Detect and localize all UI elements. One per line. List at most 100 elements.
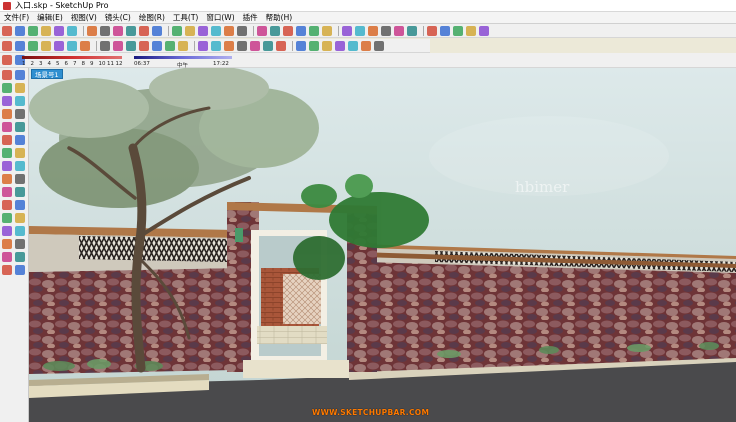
left-view-icon[interactable] <box>394 25 404 36</box>
freehand-icon[interactable] <box>15 121 25 132</box>
scale-icon[interactable] <box>2 160 12 171</box>
3d-text-icon[interactable] <box>15 199 25 210</box>
tape-icon[interactable] <box>185 25 195 36</box>
rectangle-icon[interactable] <box>2 95 12 106</box>
zoom-icon[interactable] <box>2 225 12 236</box>
push-pull-icon[interactable] <box>15 134 25 145</box>
geo-location-icon[interactable] <box>296 40 306 51</box>
zoom-window-icon[interactable] <box>270 25 280 36</box>
eraser-icon[interactable] <box>15 82 25 93</box>
next-view-icon[interactable] <box>309 25 319 36</box>
text-icon[interactable] <box>15 186 25 197</box>
walk-icon[interactable] <box>2 264 12 275</box>
scene-tab[interactable]: 场景号1 <box>31 69 63 79</box>
sandbox-stamp-icon[interactable] <box>152 40 162 51</box>
menu-draw[interactable]: 绘图(R) <box>135 12 169 24</box>
sandbox-smoove-icon[interactable] <box>139 40 149 51</box>
ruby-icon[interactable] <box>374 40 384 51</box>
wireframe-icon[interactable] <box>427 25 437 36</box>
component-icon[interactable] <box>2 40 12 51</box>
position-camera-icon[interactable] <box>2 251 12 262</box>
menu-camera[interactable]: 镜头(C) <box>101 12 135 24</box>
follow-me-icon[interactable] <box>15 147 25 158</box>
look-around-icon[interactable] <box>224 40 234 51</box>
section-icon[interactable] <box>15 264 25 275</box>
right-view-icon[interactable] <box>368 25 378 36</box>
paint-bucket-icon[interactable] <box>100 25 110 36</box>
photo-match-icon[interactable] <box>309 40 319 51</box>
dimension-icon[interactable] <box>250 40 260 51</box>
pencil-icon[interactable] <box>15 25 25 36</box>
outer-shell-icon[interactable] <box>126 40 136 51</box>
hidden-line-icon[interactable] <box>440 25 450 36</box>
scale-icon[interactable] <box>152 25 162 36</box>
move-icon[interactable] <box>126 25 136 36</box>
select-icon[interactable] <box>2 69 12 80</box>
arc-icon[interactable] <box>54 25 64 36</box>
sandbox-add-detail-icon[interactable] <box>178 40 188 51</box>
split-icon[interactable] <box>113 40 123 51</box>
top-view-icon[interactable] <box>342 25 352 36</box>
polygon-icon[interactable] <box>2 121 12 132</box>
pan-icon[interactable] <box>237 25 247 36</box>
look-around-icon[interactable] <box>15 251 25 262</box>
arc-icon[interactable] <box>15 108 25 119</box>
sandbox-flip-edge-icon[interactable] <box>198 40 208 51</box>
layers-icon[interactable] <box>322 40 332 51</box>
previous-view-icon[interactable] <box>296 25 306 36</box>
paint-icon[interactable] <box>2 82 12 93</box>
zoom-icon[interactable] <box>257 25 267 36</box>
zoom-window-icon[interactable] <box>15 225 25 236</box>
zoom-extents-icon[interactable] <box>283 25 293 36</box>
subtract-icon[interactable] <box>80 40 90 51</box>
orbit-icon[interactable] <box>2 212 12 223</box>
dimension-icon[interactable] <box>15 173 25 184</box>
menu-view[interactable]: 视图(V) <box>67 12 101 24</box>
warehouse-icon[interactable] <box>335 40 345 51</box>
xray-icon[interactable] <box>407 25 417 36</box>
menu-file[interactable]: 文件(F) <box>0 12 33 24</box>
monochrome-icon[interactable] <box>479 25 489 36</box>
push-pull-icon[interactable] <box>113 25 123 36</box>
walk-icon[interactable] <box>211 40 221 51</box>
3d-viewport[interactable]: 场景号1 hbimer WWW.SKETCHUPBAR.COM <box>29 68 736 422</box>
textured-icon[interactable] <box>466 25 476 36</box>
shadow-toggle-icon[interactable] <box>2 55 12 65</box>
pan-icon[interactable] <box>15 212 25 223</box>
shaded-icon[interactable] <box>453 25 463 36</box>
time-slider[interactable] <box>134 56 232 59</box>
axes-icon[interactable] <box>211 25 221 36</box>
offset-icon[interactable] <box>172 25 182 36</box>
section-plane-icon[interactable] <box>28 40 38 51</box>
sandbox-drape-icon[interactable] <box>165 40 175 51</box>
circle-icon[interactable] <box>2 108 12 119</box>
select-icon[interactable] <box>2 25 12 36</box>
orbit-icon[interactable] <box>224 25 234 36</box>
zoom-extents-icon[interactable] <box>2 238 12 249</box>
circle-icon[interactable] <box>41 25 51 36</box>
menu-help[interactable]: 帮助(H) <box>262 12 297 24</box>
polygon-icon[interactable] <box>67 25 77 36</box>
trim-icon[interactable] <box>100 40 110 51</box>
style-icon[interactable] <box>361 40 371 51</box>
back-view-icon[interactable] <box>381 25 391 36</box>
rotate-icon[interactable] <box>139 25 149 36</box>
tape-icon[interactable] <box>2 173 12 184</box>
extension-icon[interactable] <box>348 40 358 51</box>
text-icon[interactable] <box>198 25 208 36</box>
lasso-icon[interactable] <box>15 69 25 80</box>
rotate-icon[interactable] <box>2 147 12 158</box>
menu-edit[interactable]: 编辑(E) <box>33 12 67 24</box>
position-camera-icon[interactable] <box>237 40 247 51</box>
menu-plugins[interactable]: 插件 <box>239 12 262 24</box>
rectangle-icon[interactable] <box>28 25 38 36</box>
front-view-icon[interactable] <box>355 25 365 36</box>
previous-icon[interactable] <box>15 238 25 249</box>
offset-icon[interactable] <box>15 160 25 171</box>
iso-view-icon[interactable] <box>322 25 332 36</box>
group-icon[interactable] <box>15 40 25 51</box>
follow-me-icon[interactable] <box>41 40 51 51</box>
union-icon[interactable] <box>67 40 77 51</box>
menu-window[interactable]: 窗口(W) <box>202 12 238 24</box>
protractor-icon[interactable] <box>263 40 273 51</box>
